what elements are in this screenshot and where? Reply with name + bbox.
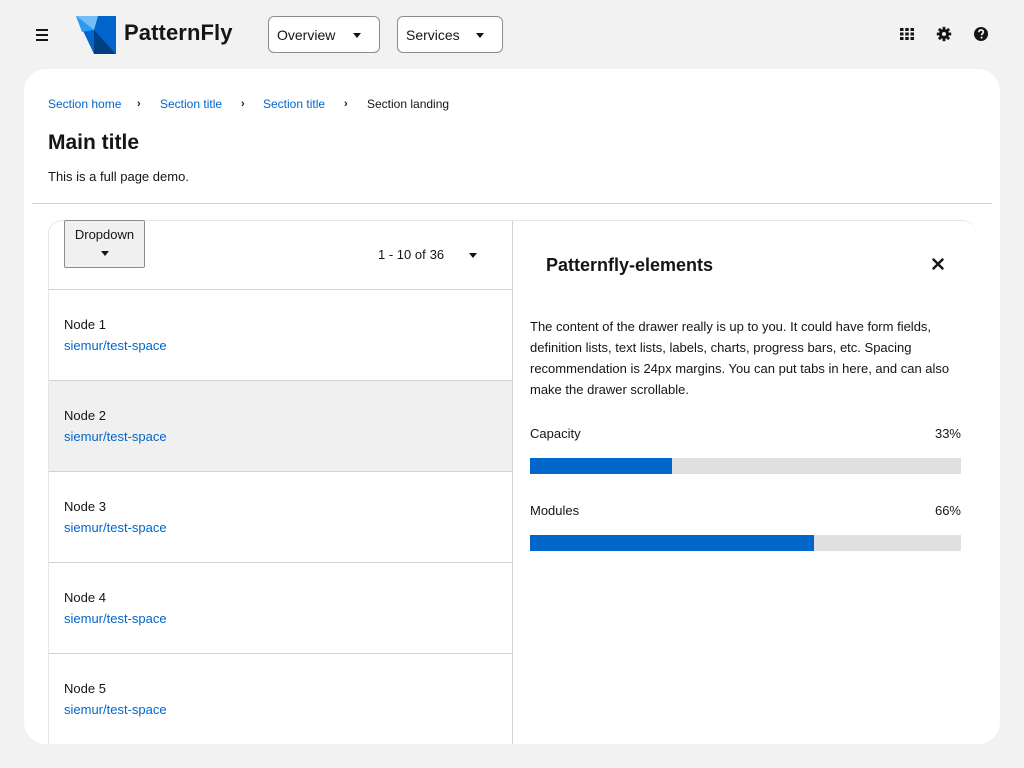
apps-grid-icon[interactable] — [899, 26, 915, 42]
progress-track — [530, 458, 961, 474]
breadcrumb-current: Section landing — [367, 97, 450, 111]
progress-value: 33% — [934, 426, 961, 441]
progress-label: Modules — [530, 503, 580, 518]
node-link[interactable]: siemur/test-space — [64, 338, 167, 353]
progress-fill — [530, 458, 673, 474]
caret-down-icon — [353, 33, 361, 38]
section-divider — [32, 203, 992, 204]
pagination-toggle-icon[interactable] — [469, 253, 477, 258]
overview-select-label: Overview — [277, 27, 336, 43]
node-name: Node 1 — [64, 317, 106, 332]
node-name: Node 4 — [64, 590, 106, 605]
overview-select[interactable]: Overview — [268, 16, 380, 53]
pagination-range: 1 - 10 of — [378, 247, 426, 262]
list-item[interactable]: Node 1 siemur/test-space — [49, 290, 512, 381]
help-icon[interactable] — [973, 26, 989, 42]
list-item-selected[interactable]: Node 2 siemur/test-space — [49, 381, 512, 472]
node-name: Node 2 — [64, 408, 106, 423]
brand-name[interactable]: PatternFly — [124, 20, 233, 46]
drawer-container: Dropdown 1 - 10 of 36 Node 1 siemur/test-… — [48, 220, 976, 744]
node-link[interactable]: siemur/test-space — [64, 429, 167, 444]
list-item[interactable]: Node 5 siemur/test-space — [49, 654, 512, 744]
breadcrumb-separator-icon: › — [344, 98, 348, 110]
drawer-body-text: The content of the drawer really is up t… — [530, 319, 950, 397]
breadcrumb-separator-icon: › — [137, 98, 141, 110]
pagination: 1 - 10 of 36 — [378, 247, 444, 262]
node-name: Node 3 — [64, 499, 106, 514]
node-list: Node 1 siemur/test-space Node 2 siemur/t… — [49, 290, 512, 744]
patternfly-logo[interactable] — [76, 16, 116, 54]
services-select[interactable]: Services — [397, 16, 503, 53]
page-title: Main title — [48, 131, 140, 154]
toolbar: Dropdown 1 - 10 of 36 — [49, 220, 512, 290]
caret-down-icon — [476, 33, 484, 38]
node-link[interactable]: siemur/test-space — [64, 702, 167, 717]
breadcrumb-separator-icon: › — [241, 98, 245, 110]
node-name: Node 5 — [64, 681, 106, 696]
breadcrumb-link-section-title[interactable]: Section title — [160, 97, 222, 111]
breadcrumb-link-section-home[interactable]: Section home — [48, 97, 121, 111]
node-link[interactable]: siemur/test-space — [64, 611, 167, 626]
pagination-total: 36 — [429, 247, 445, 262]
page-card: Section home › Section title › Section t… — [24, 69, 1000, 744]
node-link[interactable]: siemur/test-space — [64, 520, 167, 535]
caret-down-icon — [100, 251, 109, 256]
breadcrumb-link-section-title-2[interactable]: Section title — [263, 97, 325, 111]
dropdown-button[interactable]: Dropdown — [64, 220, 145, 268]
masthead: PatternFly Overview Services — [0, 0, 1024, 68]
progress-value: 66% — [934, 503, 961, 518]
list-item[interactable]: Node 3 siemur/test-space — [49, 472, 512, 563]
list-item[interactable]: Node 4 siemur/test-space — [49, 563, 512, 654]
drawer-panel: Patternfly-elements The content of the d… — [514, 221, 977, 744]
page-description: This is a full page demo. — [48, 169, 189, 184]
services-select-label: Services — [406, 27, 460, 43]
progress-track — [530, 535, 961, 551]
progress-fill — [530, 535, 815, 551]
list-panel: Dropdown 1 - 10 of 36 Node 1 siemur/test-… — [49, 220, 513, 744]
hamburger-menu-icon[interactable] — [30, 24, 54, 46]
close-icon[interactable] — [932, 258, 944, 270]
progress-label: Capacity — [530, 426, 581, 441]
drawer-title: Patternfly-elements — [546, 255, 714, 275]
gear-icon[interactable] — [936, 26, 952, 42]
dropdown-label: Dropdown — [74, 227, 135, 242]
